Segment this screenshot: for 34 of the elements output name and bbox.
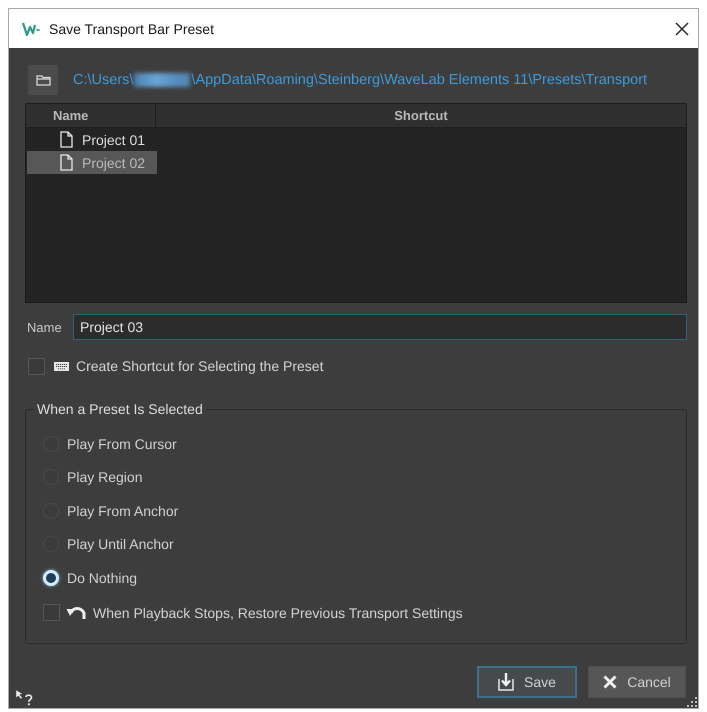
name-input[interactable]: Project 03 xyxy=(73,314,687,340)
path-text: \AppData\Roaming\Steinberg\WaveLab Elements 11\Presets\Transport xyxy=(191,72,648,88)
checkbox[interactable] xyxy=(43,604,60,621)
radio-label: Play Until Anchor xyxy=(67,536,174,552)
file-icon xyxy=(60,154,73,171)
preset-list-item[interactable]: Project 01 xyxy=(27,128,157,151)
close-icon[interactable] xyxy=(675,22,689,36)
preset-list-item[interactable]: Project 02 xyxy=(27,151,157,174)
undo-icon xyxy=(66,605,86,620)
cancel-button[interactable]: Cancel xyxy=(588,666,686,698)
group-title: When a Preset Is Selected xyxy=(36,401,204,417)
checkbox-label: Create Shortcut for Selecting the Preset xyxy=(76,358,324,374)
folder-icon xyxy=(36,74,50,86)
column-header[interactable]: Shortcut xyxy=(156,104,686,127)
file-icon xyxy=(60,131,73,148)
folder-button[interactable] xyxy=(28,65,58,95)
checkbox-label: When Playback Stops, Restore Previous Transport Settings xyxy=(93,604,463,620)
wave-logo-icon xyxy=(22,20,40,36)
help-cursor-icon[interactable] xyxy=(15,689,34,706)
path-text: C:\Users\ xyxy=(73,72,134,88)
column-header[interactable]: Name xyxy=(26,104,156,127)
radio-label: Play From Cursor xyxy=(67,436,177,452)
radio-label: Play From Anchor xyxy=(67,502,178,519)
resize-grip-icon[interactable] xyxy=(687,697,697,707)
radio-label: Play Region xyxy=(67,469,142,486)
keyboard-icon xyxy=(54,362,69,370)
name-label: Name xyxy=(26,320,63,334)
window-title: Save Transport Bar Preset xyxy=(49,20,215,36)
checkbox[interactable] xyxy=(28,358,45,374)
save-button[interactable]: Save xyxy=(477,666,577,698)
radio-label: Do Nothing xyxy=(67,570,138,586)
download-icon xyxy=(498,673,514,691)
blurred-block xyxy=(134,73,190,87)
cancel-icon xyxy=(603,675,618,689)
